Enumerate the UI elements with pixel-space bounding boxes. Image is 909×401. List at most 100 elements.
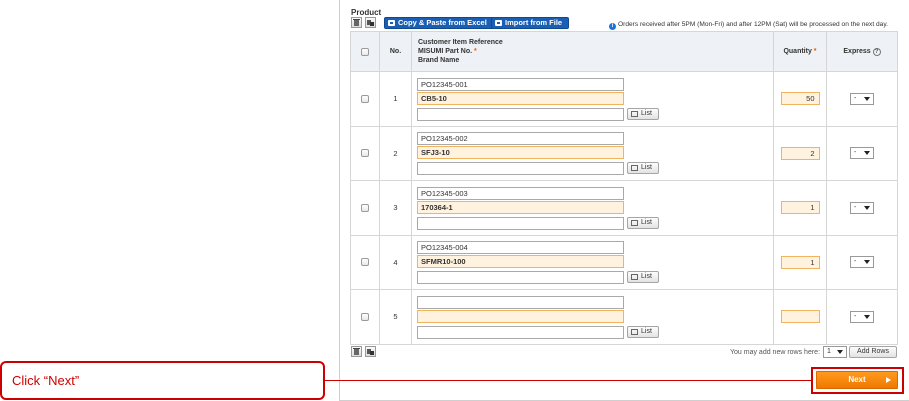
quantity-cell: 1 xyxy=(773,234,827,290)
row-checkbox[interactable] xyxy=(361,203,369,212)
table-row: 4 PO12345-004 SFMR10-100 List 1 - xyxy=(350,234,898,290)
row-number: 1 xyxy=(379,71,412,127)
play-arrow-icon xyxy=(886,377,891,383)
brand-list-button[interactable]: List xyxy=(627,162,659,175)
delete-rows-icon[interactable] xyxy=(351,17,362,28)
reference-input[interactable] xyxy=(417,295,624,309)
reference-input[interactable]: PO12345-001 xyxy=(417,77,624,91)
express-value: - xyxy=(854,94,857,102)
import-file-button[interactable]: Import from File xyxy=(491,17,570,29)
row-select-cell xyxy=(350,289,380,345)
add-rows-count-select[interactable]: 1 xyxy=(823,346,847,358)
row-checkbox[interactable] xyxy=(361,258,369,267)
brand-list-button[interactable]: List xyxy=(627,271,659,284)
quantity-input[interactable]: 50 xyxy=(780,92,820,106)
row-checkbox[interactable] xyxy=(361,149,369,158)
brand-input[interactable] xyxy=(417,107,624,121)
header-express: Express ? xyxy=(826,31,898,72)
instruction-callout: Click “Next” xyxy=(0,361,325,400)
add-rows-hint: You may add new rows here: xyxy=(730,349,821,356)
processing-notice-text: Orders received after 5PM (Mon-Fri) and … xyxy=(618,21,888,28)
import-icon xyxy=(495,20,502,26)
row-checkbox[interactable] xyxy=(361,94,369,103)
row-number: 2 xyxy=(379,125,412,181)
brand-row: List xyxy=(417,215,773,230)
copy-rows-icon[interactable] xyxy=(365,346,376,357)
item-fields-cell: PO12345-002 SFJ3-10 List xyxy=(411,125,774,181)
callout-connector-line xyxy=(325,380,811,381)
table-row: 2 PO12345-002 SFJ3-10 List 2 - xyxy=(350,125,898,181)
import-file-label: Import from File xyxy=(505,18,563,27)
header-reference: Customer Item Reference xyxy=(418,39,503,46)
header-item-info: Customer Item Reference MISUMI Part No. … xyxy=(411,31,774,72)
express-cell: - xyxy=(826,234,898,290)
list-button-label: List xyxy=(641,164,652,172)
chevron-down-icon xyxy=(837,350,843,354)
quantity-input[interactable]: 1 xyxy=(780,201,820,215)
part-number-input[interactable] xyxy=(417,309,624,323)
table-row: 3 PO12345-003 170364-1 List 1 - xyxy=(350,180,898,236)
table-row: 1 PO12345-001 CB5-10 List 50 - xyxy=(350,71,898,127)
express-select[interactable]: - xyxy=(850,147,874,160)
brand-input[interactable] xyxy=(417,271,624,285)
item-fields-cell: PO12345-001 CB5-10 List xyxy=(411,71,774,127)
row-select-cell xyxy=(350,125,380,181)
part-number-input[interactable]: CB5-10 xyxy=(417,91,624,105)
header-brand: Brand Name xyxy=(418,57,460,64)
express-cell: - xyxy=(826,289,898,345)
reference-input[interactable]: PO12345-004 xyxy=(417,241,624,255)
brand-row: List xyxy=(417,324,773,339)
list-button-label: List xyxy=(641,109,652,117)
header-express-label: Express xyxy=(843,47,871,55)
quantity-cell: 1 xyxy=(773,180,827,236)
row-select-cell xyxy=(350,71,380,127)
reference-input[interactable]: PO12345-003 xyxy=(417,186,624,200)
list-button-label: List xyxy=(641,273,652,281)
brand-list-button[interactable]: List xyxy=(627,325,659,338)
row-checkbox[interactable] xyxy=(361,312,369,321)
next-button[interactable]: Next xyxy=(816,371,898,389)
copy-paste-excel-button[interactable]: Copy & Paste from Excel xyxy=(384,17,494,29)
copy-rows-icon[interactable] xyxy=(365,17,376,28)
express-value: - xyxy=(854,258,857,266)
select-all-cell xyxy=(350,31,380,72)
quantity-input[interactable]: 2 xyxy=(780,146,820,160)
list-icon xyxy=(631,165,638,172)
header-part-no: MISUMI Part No. xyxy=(418,48,473,55)
quantity-input[interactable]: 1 xyxy=(780,255,820,269)
list-button-label: List xyxy=(641,327,652,335)
part-number-input[interactable]: SFJ3-10 xyxy=(417,146,624,160)
quantity-cell xyxy=(773,289,827,345)
express-select[interactable]: - xyxy=(850,201,874,214)
brand-list-button[interactable]: List xyxy=(627,216,659,229)
chevron-down-icon xyxy=(864,314,870,319)
brand-input[interactable] xyxy=(417,325,624,339)
copy-paste-excel-label: Copy & Paste from Excel xyxy=(398,18,487,27)
express-value: - xyxy=(854,312,857,320)
processing-notice: i Orders received after 5PM (Mon-Fri) and… xyxy=(609,21,888,30)
header-quantity: Quantity * xyxy=(773,31,827,72)
express-select[interactable]: - xyxy=(850,310,874,323)
item-fields-cell: PO12345-004 SFMR10-100 List xyxy=(411,234,774,290)
brand-input[interactable] xyxy=(417,162,624,176)
brand-list-button[interactable]: List xyxy=(627,107,659,120)
brand-row: List xyxy=(417,269,773,285)
section-title: Product xyxy=(351,8,382,17)
list-button-label: List xyxy=(641,218,652,226)
brand-input[interactable] xyxy=(417,216,624,230)
reference-input[interactable]: PO12345-002 xyxy=(417,132,624,146)
quantity-cell: 50 xyxy=(773,71,827,127)
express-select[interactable]: - xyxy=(850,256,874,269)
help-icon[interactable]: ? xyxy=(872,47,881,56)
quantity-input[interactable] xyxy=(780,310,820,324)
chevron-down-icon xyxy=(864,151,870,156)
header-quantity-label: Quantity xyxy=(783,48,812,55)
add-rows-button[interactable]: Add Rows xyxy=(849,346,897,358)
brand-row: List xyxy=(417,106,773,121)
select-all-checkbox[interactable] xyxy=(361,47,369,56)
part-number-input[interactable]: SFMR10-100 xyxy=(417,255,624,269)
part-number-input[interactable]: 170364-1 xyxy=(417,200,624,214)
express-cell: - xyxy=(826,125,898,181)
express-select[interactable]: - xyxy=(850,92,874,105)
delete-rows-icon[interactable] xyxy=(351,346,362,357)
